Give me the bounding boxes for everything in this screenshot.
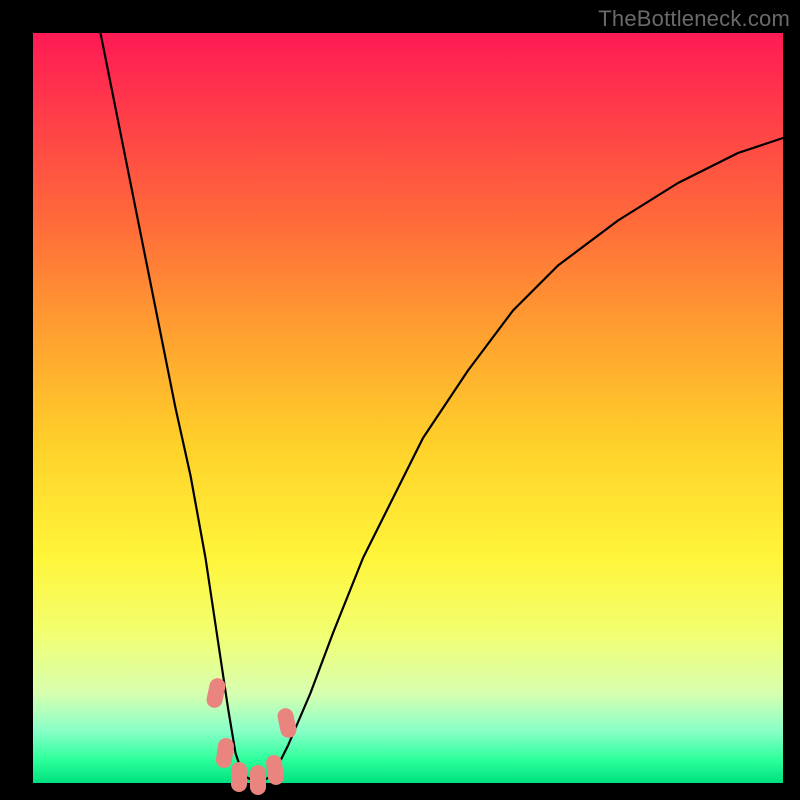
curve-marker — [231, 762, 247, 792]
curve-marker — [250, 765, 266, 795]
watermark-text: TheBottleneck.com — [598, 6, 790, 32]
plot-area — [33, 33, 783, 783]
bottleneck-curve-path — [101, 33, 784, 783]
curve-svg — [33, 33, 783, 783]
chart-frame: TheBottleneck.com — [0, 0, 800, 800]
